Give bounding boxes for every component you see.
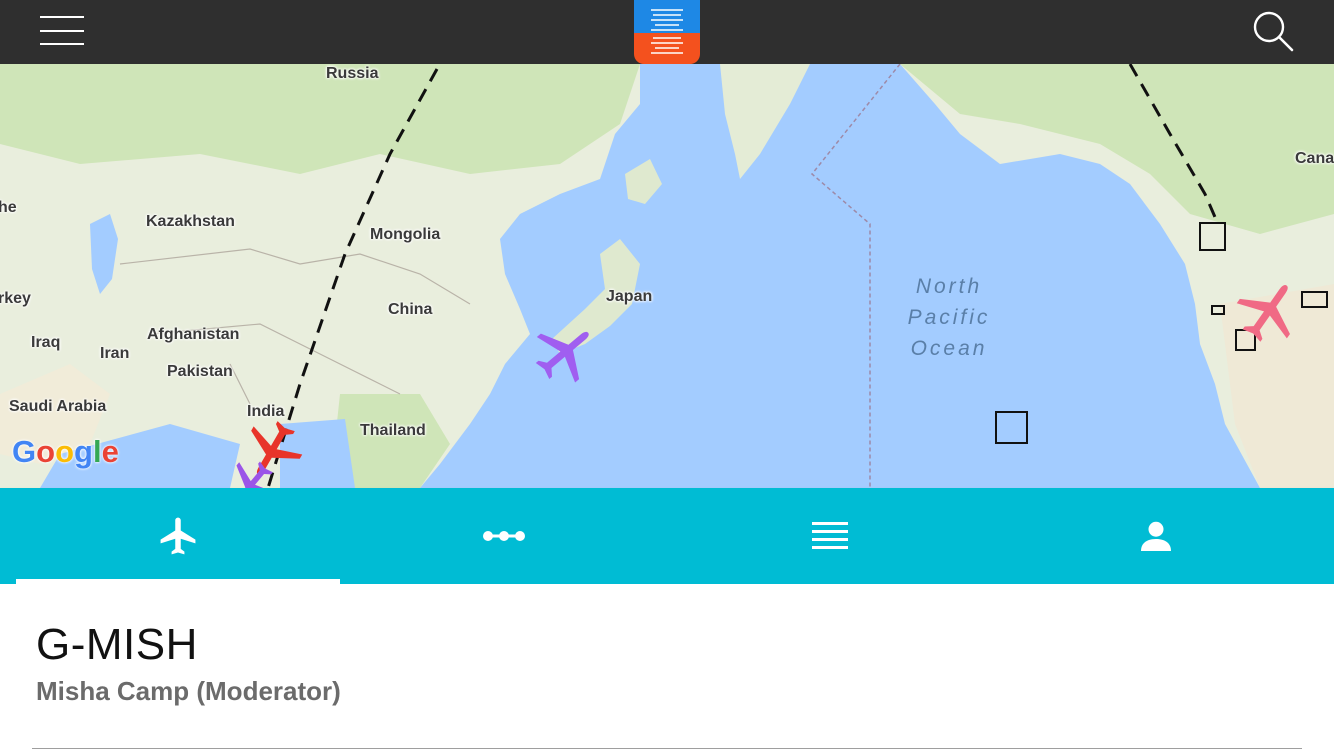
map-label-kazakhstan: Kazakhstan xyxy=(146,213,235,230)
map-label-mongolia: Mongolia xyxy=(370,226,441,243)
map-label-iraq: Iraq xyxy=(31,334,61,351)
hamburger-menu-icon[interactable] xyxy=(36,12,88,50)
map-canvas xyxy=(0,64,1334,488)
map-label-turkey: rkey xyxy=(0,290,31,307)
airplane-marker-pink[interactable] xyxy=(1232,276,1304,348)
person-icon xyxy=(1141,521,1171,551)
map-label-china: China xyxy=(388,301,433,318)
airplane-marker-purple-2[interactable] xyxy=(224,456,280,488)
flight-details: G-MISH Misha Camp (Moderator) xyxy=(0,584,1334,750)
map-label-pakistan: Pakistan xyxy=(167,363,233,380)
tab-list[interactable] xyxy=(667,488,993,584)
infinite-flight-logo xyxy=(634,0,700,64)
google-logo: Google xyxy=(12,434,119,469)
ocean-label-line1: North xyxy=(915,275,983,298)
flight-callsign: G-MISH xyxy=(36,620,198,669)
map-label-thailand: Thailand xyxy=(360,422,426,439)
list-icon xyxy=(812,522,848,549)
ocean-label-line2: Pacific xyxy=(907,306,991,329)
tab-flights[interactable] xyxy=(15,488,341,584)
flight-map[interactable]: Russia Kazakhstan Mongolia China Japan A… xyxy=(0,64,1334,488)
pilot-name: Misha Camp (Moderator) xyxy=(36,676,341,706)
tab-bar xyxy=(0,488,1334,584)
ocean-label-line3: Ocean xyxy=(910,337,988,360)
map-label-iran: Iran xyxy=(100,345,130,362)
map-label-afghanistan: Afghanistan xyxy=(147,326,240,343)
map-label-russia: Russia xyxy=(326,65,379,82)
tab-profile[interactable] xyxy=(993,488,1319,584)
map-label-saudi-arabia: Saudi Arabia xyxy=(9,398,107,415)
map-label-partial: he xyxy=(0,199,17,216)
map-label-japan: Japan xyxy=(606,288,653,305)
top-bar xyxy=(0,0,1334,64)
airplane-icon xyxy=(160,517,196,555)
route-icon xyxy=(483,531,525,541)
search-icon[interactable] xyxy=(1250,8,1298,54)
tab-routes[interactable] xyxy=(341,488,667,584)
divider xyxy=(32,748,1302,749)
ocean-label: North Pacific Ocean xyxy=(869,271,1029,364)
map-label-canada: Cana xyxy=(1295,150,1334,167)
